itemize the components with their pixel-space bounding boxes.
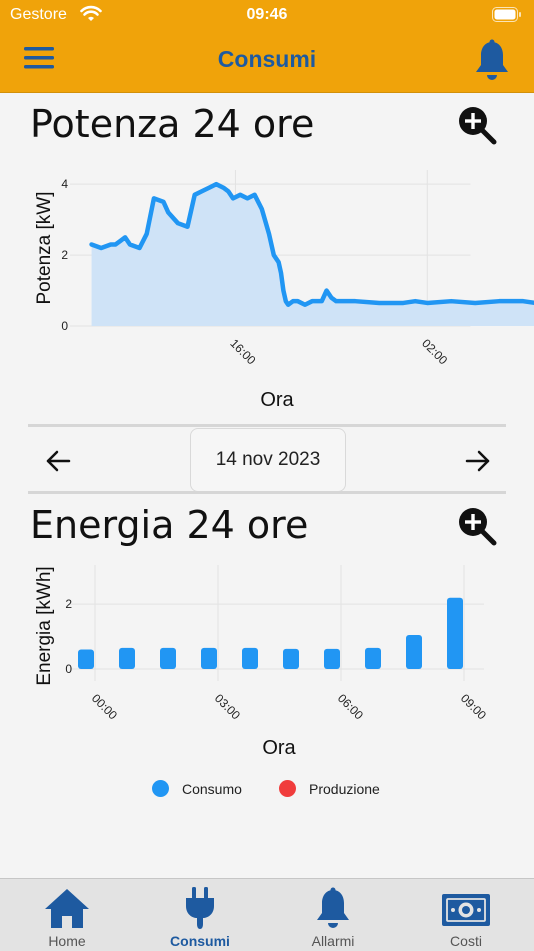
tab-consumi[interactable]: Consumi [140, 879, 260, 951]
energy-chart: 0 2 00:00 03:00 06:00 09:00 Ora Energia [kWh] [34, 565, 489, 759]
bell-icon[interactable] [472, 38, 512, 82]
divider [28, 491, 506, 494]
home-icon [45, 889, 89, 928]
y-axis-label: Energia [kWh] [34, 566, 55, 685]
energy-title: Energia 24 ore [30, 503, 309, 547]
energy-bar [447, 597, 463, 669]
y-axis-label: Potenza [kW] [34, 192, 55, 305]
legend-item-produzione[interactable]: Produzione [279, 780, 380, 797]
divider [28, 424, 506, 427]
tab-bar: Home Consumi Allarmi Costi [0, 878, 534, 951]
clock: 09:46 [246, 6, 288, 23]
y-tick-label: 2 [61, 248, 68, 262]
battery-icon [492, 7, 522, 27]
tab-label: Costi [450, 933, 482, 949]
energy-bar [324, 648, 340, 669]
x-axis-label: Ora [260, 389, 294, 411]
tab-label: Consumi [170, 933, 230, 949]
x-tick-label: 06:00 [335, 691, 366, 722]
legend-label: Produzione [309, 780, 380, 797]
power-chart: 02416:0002:0012:00OraPotenza [kW] [34, 170, 534, 411]
tab-label: Home [48, 933, 86, 949]
energy-bar [406, 634, 422, 669]
y-tick-label: 4 [61, 177, 68, 191]
legend-item-consumo[interactable]: Consumo [152, 780, 242, 797]
arrow-right-icon[interactable] [462, 446, 492, 476]
power-title: Potenza 24 ore [30, 102, 315, 146]
y-tick-label: 0 [61, 319, 68, 333]
y-tick-label: 2 [65, 597, 72, 611]
legend-label: Consumo [182, 780, 242, 797]
arrow-left-icon[interactable] [44, 446, 74, 476]
legend-dot [152, 780, 169, 797]
page-title: Consumi [217, 46, 317, 72]
x-tick-label: 09:00 [458, 691, 489, 722]
x-tick-label: 02:00 [419, 336, 450, 367]
tab-allarmi[interactable]: Allarmi [273, 879, 393, 951]
x-tick-label: 03:00 [212, 691, 243, 722]
y-tick-label: 0 [65, 662, 72, 676]
legend-dot [279, 780, 296, 797]
chart-legend: Consumo Produzione [0, 780, 534, 800]
energy-bar [160, 647, 176, 669]
x-tick-label: 00:00 [89, 691, 120, 722]
tab-costi[interactable]: Costi [406, 879, 526, 951]
x-axis-label: Ora [262, 737, 296, 759]
energy-bar [201, 647, 217, 669]
navigation-bar: Consumi [0, 30, 534, 93]
energy-bar [242, 647, 258, 669]
tab-label: Allarmi [311, 933, 355, 949]
energy-bar [283, 648, 299, 669]
energy-bar [119, 647, 135, 669]
x-tick-label: 16:00 [227, 336, 258, 367]
zoom-in-icon[interactable] [456, 505, 498, 547]
plug-icon [186, 887, 214, 929]
date-display[interactable]: 14 nov 2023 [190, 428, 346, 492]
bell-icon [317, 887, 349, 928]
energy-bar [365, 647, 381, 669]
zoom-in-icon[interactable] [456, 104, 498, 146]
tab-home[interactable]: Home [7, 879, 127, 951]
energy-bar [78, 649, 94, 669]
status-bar: Gestore 09:46 [0, 0, 534, 30]
money-icon [442, 894, 490, 926]
